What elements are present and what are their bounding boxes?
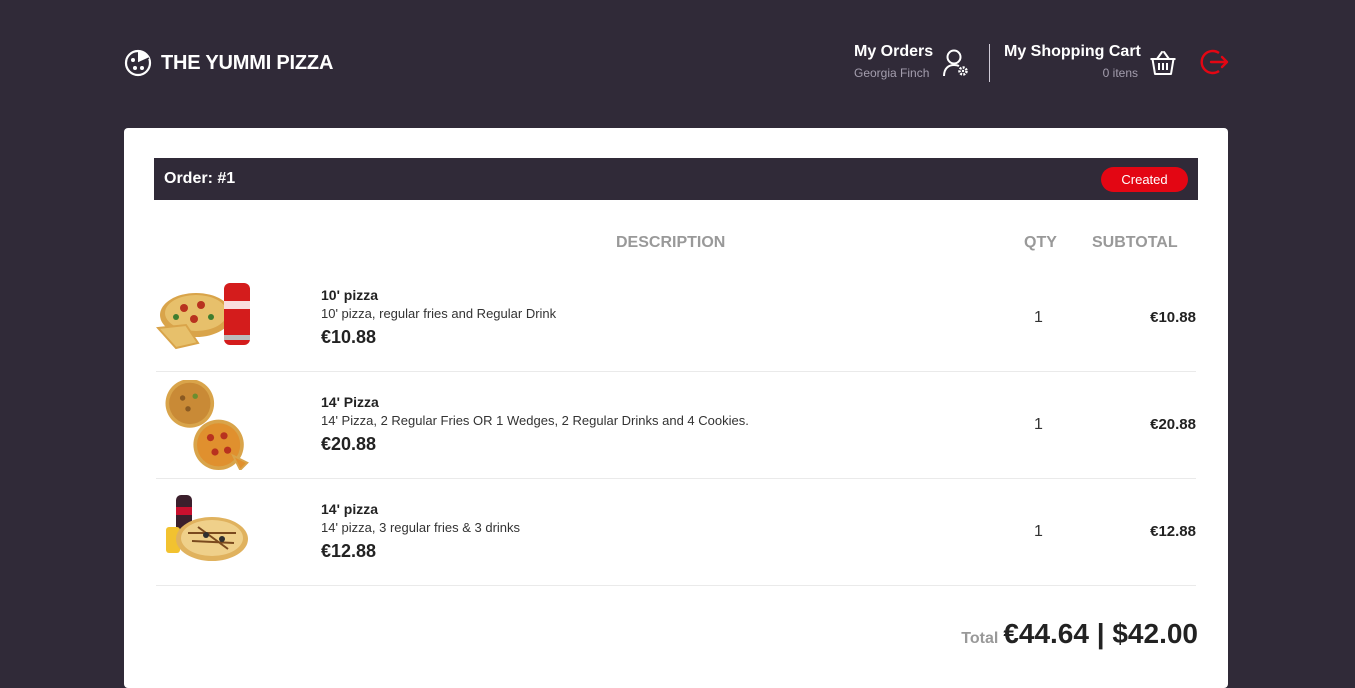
logout-icon[interactable] <box>1199 48 1229 76</box>
item-subtotal: €12.88 <box>1150 523 1196 540</box>
shopping-cart-link[interactable]: My Shopping Cart 0 itens <box>1004 43 1141 80</box>
item-qty: 1 <box>1034 309 1043 326</box>
pizza-logo-icon <box>124 49 152 77</box>
status-badge: Created <box>1101 166 1188 192</box>
total-label: Total <box>961 630 999 647</box>
brand[interactable]: THE YUMMI PIZZA <box>124 49 333 77</box>
item-description: 14' pizza, 3 regular fries & 3 drinks <box>321 520 521 535</box>
brand-name: THE YUMMI PIZZA <box>161 51 334 74</box>
item-name: 10' pizza <box>321 287 379 303</box>
pizza-fries-drink-image <box>166 495 248 561</box>
pizza-combo-image <box>156 283 250 350</box>
my-orders-link[interactable]: My Orders Georgia Finch <box>854 43 934 80</box>
item-description: 10' pizza, regular fries and Regular Dri… <box>321 306 557 321</box>
item-subtotal: €20.88 <box>1150 416 1196 433</box>
user-name: Georgia Finch <box>854 66 930 80</box>
cart-count: 0 itens <box>1102 66 1138 80</box>
user-settings-icon[interactable] <box>942 48 970 78</box>
column-description: DESCRIPTION <box>616 234 726 251</box>
item-name: 14' Pizza <box>321 394 379 410</box>
nav-divider <box>989 44 990 82</box>
item-subtotal: €10.88 <box>1150 309 1196 326</box>
item-price: €10.88 <box>321 327 377 347</box>
column-subtotal: SUBTOTAL <box>1092 234 1178 251</box>
header: THE YUMMI PIZZA My Orders Georgia Finch … <box>124 40 1229 92</box>
shopping-cart-title: My Shopping Cart <box>1004 43 1141 60</box>
column-qty: QTY <box>1024 234 1057 251</box>
item-qty: 1 <box>1034 523 1043 540</box>
table-row: 14' pizza 14' pizza, 3 regular fries & 3… <box>156 479 1196 586</box>
order-header: Order: #1 Created <box>154 158 1198 200</box>
table-row: 14' Pizza 14' Pizza, 2 Regular Fries OR … <box>156 372 1196 479</box>
item-description: 14' Pizza, 2 Regular Fries OR 1 Wedges, … <box>321 413 749 428</box>
order-total: Total €44.64 | $42.00 <box>961 618 1198 650</box>
item-qty: 1 <box>1034 416 1043 433</box>
total-value: €44.64 | $42.00 <box>1003 618 1198 649</box>
table-row: 10' pizza 10' pizza, regular fries and R… <box>156 265 1196 372</box>
two-pizzas-image <box>165 380 249 470</box>
order-title: Order: #1 <box>164 170 236 187</box>
item-price: €12.88 <box>321 541 377 561</box>
basket-icon[interactable] <box>1149 50 1177 76</box>
item-price: €20.88 <box>321 434 377 454</box>
order-card: Order: #1 Created DESCRIPTION QTY SUBTOT… <box>124 128 1228 688</box>
my-orders-title: My Orders <box>854 43 934 60</box>
item-name: 14' pizza <box>321 501 379 517</box>
